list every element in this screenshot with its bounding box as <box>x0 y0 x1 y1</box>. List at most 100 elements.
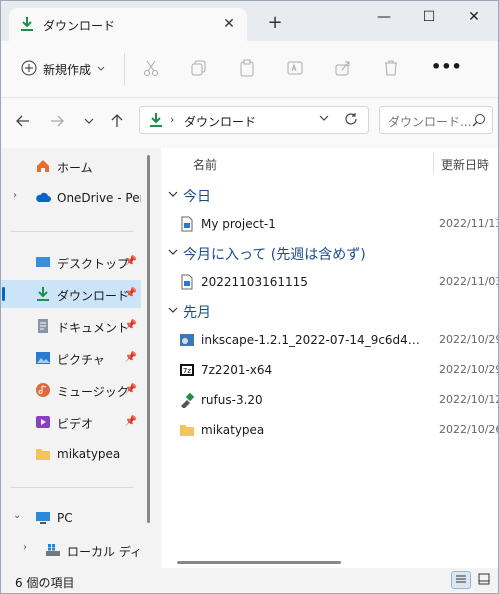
group-header-this-month[interactable]: 今月に入って (先週は含めず) <box>161 240 498 266</box>
file-date: 2022/10/26 <box>439 423 499 436</box>
delete-button[interactable] <box>379 57 403 81</box>
sidebar-item-mikatypea[interactable]: mikatypea <box>1 440 141 468</box>
pictures-icon <box>35 350 51 366</box>
file-date: 2022/10/29 <box>439 333 499 346</box>
column-header-name[interactable]: 名前 <box>193 156 217 173</box>
group-header-today[interactable]: 今日 <box>161 182 498 208</box>
tiles-view-button[interactable] <box>474 571 494 589</box>
address-history-dropdown[interactable] <box>318 112 330 127</box>
desktop-icon <box>35 254 51 270</box>
document-icon <box>179 216 195 232</box>
arrow-up-icon <box>109 113 125 132</box>
details-view-button[interactable] <box>451 571 471 589</box>
pin-icon: 📌 <box>124 256 137 267</box>
refresh-icon[interactable] <box>344 112 358 129</box>
arrow-left-icon <box>15 113 31 132</box>
sidebar-item-label: OneDrive - Perso <box>57 191 141 205</box>
new-button[interactable]: 新規作成 <box>15 56 111 82</box>
breadcrumb-chevron-icon[interactable]: › <box>170 113 174 126</box>
drive-icon <box>45 542 61 558</box>
more-options-button[interactable]: ••• <box>431 57 462 81</box>
horizontal-scrollbar[interactable] <box>177 561 341 564</box>
document-icon <box>35 318 51 334</box>
new-button-label: 新規作成 <box>43 62 92 77</box>
minimize-button[interactable]: — <box>361 1 407 33</box>
file-name: rufus-3.20 <box>201 393 263 407</box>
installer-icon <box>179 332 195 348</box>
close-window-button[interactable]: ✕ <box>451 1 497 33</box>
divider <box>11 231 133 232</box>
search-box[interactable]: ダウンロード... <box>379 106 493 134</box>
arrow-right-icon <box>49 113 65 132</box>
file-name: 7z2201-x64 <box>201 363 273 377</box>
forward-button[interactable] <box>45 110 69 134</box>
expand-chevron-icon[interactable]: › <box>13 190 17 201</box>
share-button[interactable] <box>331 57 355 81</box>
plus-circle-icon <box>21 60 37 79</box>
trash-icon <box>382 59 400 80</box>
rename-icon <box>286 59 304 80</box>
file-row[interactable]: 20221103161115 2022/11/03 <box>161 267 498 297</box>
navigation-pane: ホーム › OneDrive - Perso デスクトップ 📌 ダウンロード 📌… <box>1 148 161 568</box>
sidebar-scrollbar[interactable] <box>147 155 150 523</box>
computer-icon <box>35 510 51 526</box>
sidebar-item-home[interactable]: ホーム <box>1 152 141 180</box>
sidebar-item-downloads[interactable]: ダウンロード 📌 <box>1 280 141 308</box>
status-bar: 6 個の項目 <box>1 568 498 593</box>
sidebar-item-label: ホーム <box>57 161 93 175</box>
file-date: 2022/11/03 <box>439 275 499 288</box>
expand-chevron-icon[interactable]: › <box>23 542 27 553</box>
recent-locations-button[interactable] <box>77 110 101 134</box>
rename-button[interactable] <box>283 57 307 81</box>
file-list: 名前 更新日時 今日 My project-1 2022/11/13 今月に入っ… <box>161 148 498 568</box>
usb-drive-icon <box>179 392 195 409</box>
tab-downloads[interactable]: ダウンロード ✕ <box>9 8 247 41</box>
paste-button[interactable] <box>235 57 259 81</box>
home-icon <box>35 158 51 174</box>
pin-icon: 📌 <box>124 384 137 395</box>
new-tab-button[interactable]: + <box>265 13 285 33</box>
sidebar-item-pictures[interactable]: ピクチャ 📌 <box>1 344 141 372</box>
file-row[interactable]: inkscape-1.2.1_2022-07-14_9c6d41e410-x..… <box>161 325 498 355</box>
file-row[interactable]: My project-1 2022/11/13 <box>161 209 498 239</box>
svg-text:7z: 7z <box>183 367 191 375</box>
file-date: 2022/10/29 <box>439 363 499 376</box>
cloud-icon <box>35 190 51 206</box>
clipboard-icon <box>238 59 256 80</box>
file-row[interactable]: 7z 7z2201-x64 2022/10/29 <box>161 355 498 385</box>
sidebar-item-videos[interactable]: ビデオ 📌 <box>1 408 141 436</box>
chevron-down-icon <box>83 115 95 130</box>
pin-icon: 📌 <box>124 288 137 299</box>
file-row[interactable]: mikatypea 2022/10/26 <box>161 415 498 445</box>
address-bar[interactable]: › ダウンロード <box>139 106 369 134</box>
file-row[interactable]: rufus-3.20 2022/10/12 <box>161 385 498 415</box>
pin-icon: 📌 <box>124 352 137 363</box>
column-divider[interactable] <box>433 152 434 174</box>
scissors-icon <box>142 59 160 80</box>
search-icon <box>472 113 486 130</box>
copy-button[interactable] <box>187 57 211 81</box>
sidebar-item-onedrive[interactable]: › OneDrive - Perso <box>1 184 141 212</box>
tiles-icon <box>478 573 490 588</box>
cut-button[interactable] <box>139 57 163 81</box>
group-header-last-month[interactable]: 先月 <box>161 298 498 324</box>
column-header-date[interactable]: 更新日時 <box>441 156 489 173</box>
music-icon <box>35 382 51 398</box>
collapse-chevron-icon[interactable]: ⌄ <box>13 510 21 521</box>
tab-close-icon[interactable]: ✕ <box>219 14 239 34</box>
chevron-down-icon <box>167 304 179 319</box>
sidebar-item-desktop[interactable]: デスクトップ 📌 <box>1 248 141 276</box>
back-button[interactable] <box>11 110 35 134</box>
up-button[interactable] <box>105 110 129 134</box>
sidebar-item-pc[interactable]: ⌄ PC <box>1 504 141 532</box>
title-bar: ダウンロード ✕ + — ☐ ✕ <box>1 1 498 41</box>
maximize-button[interactable]: ☐ <box>406 1 452 33</box>
sidebar-item-documents[interactable]: ドキュメント 📌 <box>1 312 141 340</box>
download-icon <box>19 16 35 32</box>
command-bar: 新規作成 ••• <box>1 41 498 98</box>
share-icon <box>334 59 352 80</box>
sidebar-item-local-disk[interactable]: › ローカル ディスク <box>1 536 141 564</box>
breadcrumb-current[interactable]: ダウンロード <box>184 113 256 130</box>
sidebar-item-music[interactable]: ミュージック 📌 <box>1 376 141 404</box>
download-icon <box>148 112 164 131</box>
